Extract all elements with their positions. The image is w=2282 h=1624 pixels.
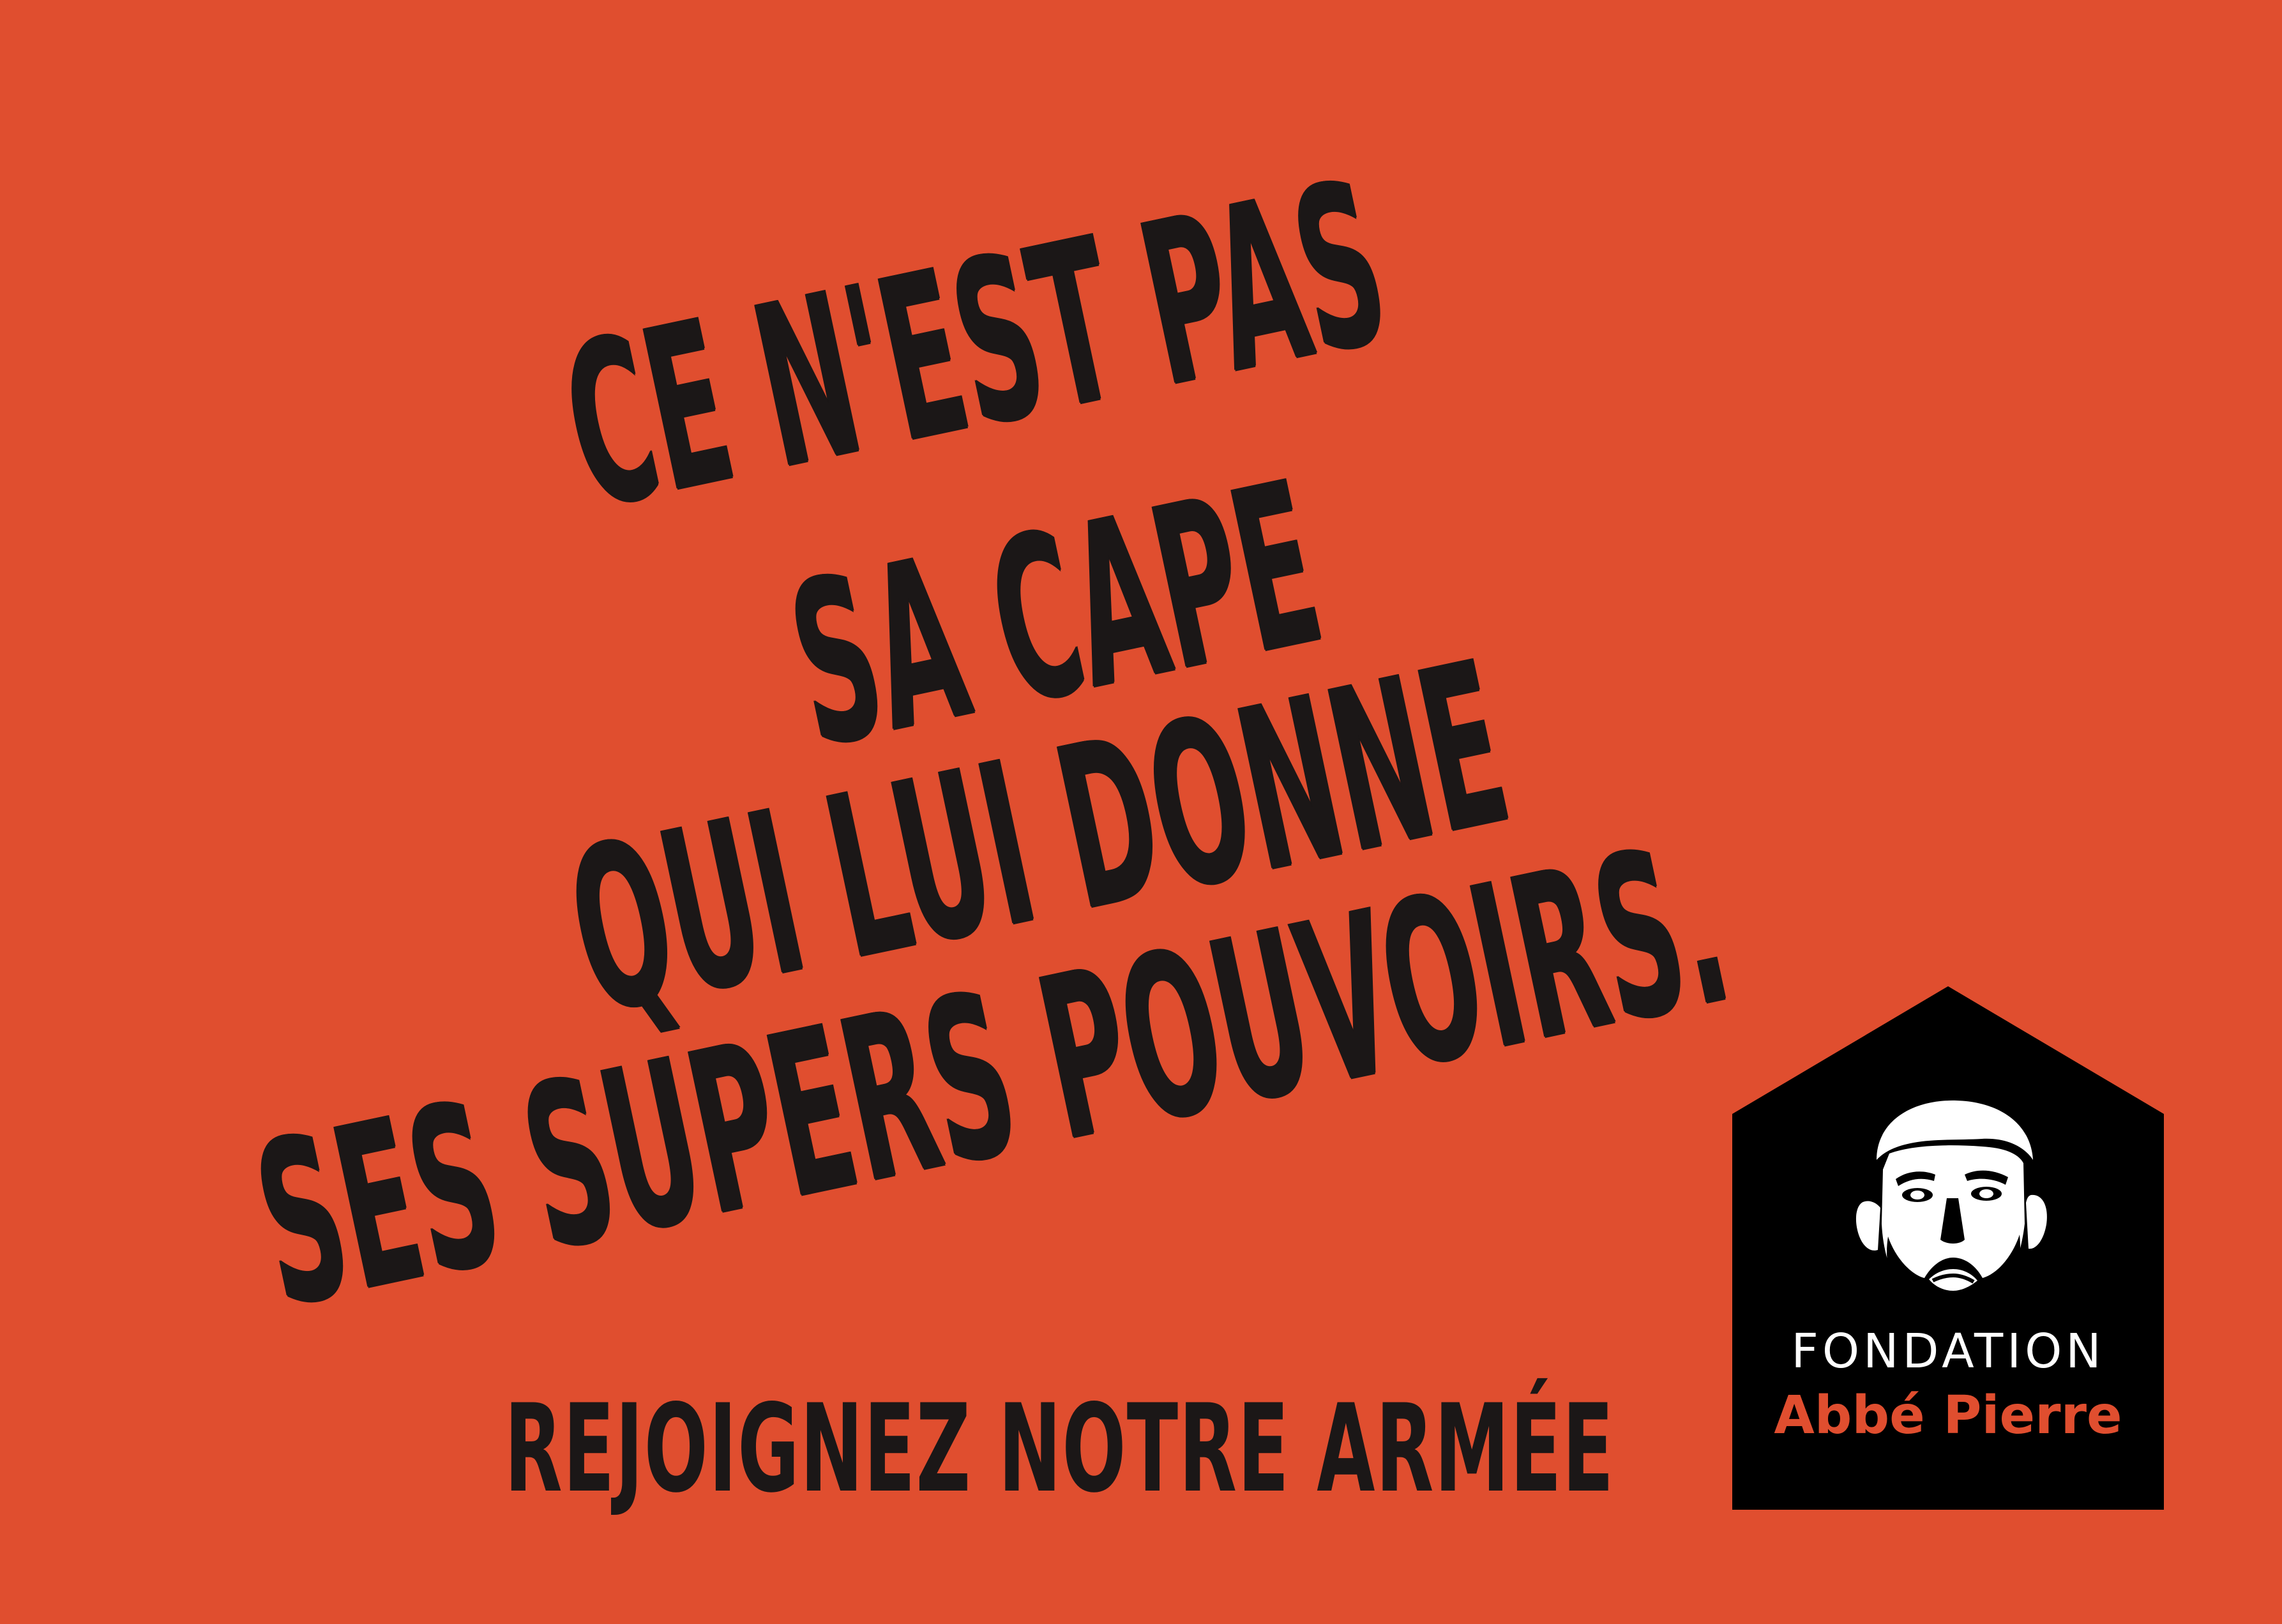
fondation-logo: FONDATION Abbé Pierre (1732, 986, 2164, 1510)
portrait-icon (1855, 1100, 2047, 1321)
logo-title: FONDATION (1791, 1324, 2105, 1379)
call-to-action: REJOIGNEZ NOTRE ARMÉE (504, 1378, 1615, 1519)
poster: CE N'EST PAS SA CAPE QUI LUI DONNE SES S… (0, 0, 2282, 1624)
logo-subtitle: Abbé Pierre (1774, 1385, 2122, 1446)
